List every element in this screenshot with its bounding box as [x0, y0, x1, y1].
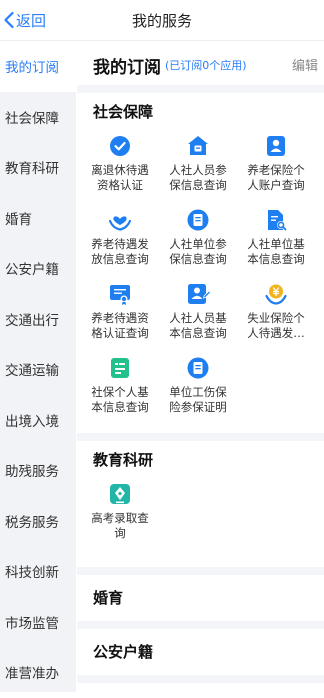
section-title: 教育科研: [93, 451, 154, 469]
sidebar-item-marriage[interactable]: 婚育: [0, 193, 76, 244]
service-label: 人社单位基: [247, 237, 305, 251]
service-label: 人待遇发…: [247, 326, 305, 340]
pen-nib-icon: [110, 484, 130, 504]
id-card-icon: [111, 358, 129, 378]
service-label: 险参保证明: [169, 400, 227, 414]
service-label: 人社人员基: [169, 311, 227, 325]
service-label: 养老待遇发: [91, 237, 149, 251]
service-pension-qualification-query[interactable]: 养老待遇资 格认证查询: [81, 279, 159, 353]
sidebar-item-label: 市场监管: [5, 615, 59, 632]
service-pension-account-query[interactable]: 养老保险个 人账户查询: [237, 131, 315, 205]
section-title: 社会保障: [93, 103, 154, 121]
service-label: 失业保险个: [247, 311, 305, 325]
service-pension-payment-query[interactable]: 养老待遇发 放信息查询: [81, 205, 159, 279]
service-label: 本信息查询: [91, 400, 149, 414]
service-unit-basic-info-query[interactable]: 人社单位基 本信息查询: [237, 205, 315, 279]
sidebar-item-label: 出境入境: [5, 413, 59, 430]
service-label: 本信息查询: [169, 326, 227, 340]
sidebar-item-label: 公安户籍: [5, 262, 59, 279]
sidebar-item-label: 婚育: [5, 211, 32, 228]
sidebar-item-label: 社会保障: [5, 110, 59, 127]
service-label: 本信息查询: [247, 252, 305, 266]
sidebar-item-household[interactable]: 公安户籍: [0, 243, 76, 294]
sidebar-item-label: 交通出行: [5, 312, 59, 329]
sidebar-item-education[interactable]: 教育科研: [0, 142, 76, 193]
document-icon: [187, 357, 209, 379]
service-retirement-certification[interactable]: 离退休待遇 资格认证: [81, 131, 159, 205]
house-bao-icon: [188, 136, 208, 155]
sidebar-item-my-subscription[interactable]: 我的订阅: [0, 41, 76, 92]
service-personnel-basic-info-query[interactable]: 人社人员基 本信息查询: [159, 279, 237, 353]
sidebar-item-label: 税务服务: [5, 514, 59, 531]
service-social-security-basic-info-query[interactable]: 社保个人基 本信息查询: [81, 353, 159, 427]
service-gaokao-admission-query[interactable]: 高考录取查询: [81, 479, 159, 553]
section-social-security: 社会保障 离退休待遇 资格认证 人社人员参 保信息查询 养老保险个 人账户查询 …: [77, 93, 324, 441]
service-unit-insurance-query[interactable]: 人社单位参 保信息查询: [159, 205, 237, 279]
service-label: 放信息查询: [91, 252, 149, 266]
sidebar-item-social-security[interactable]: 社会保障: [0, 92, 76, 143]
sidebar-item-disability[interactable]: 助残服务: [0, 445, 76, 496]
service-label: 人账户查询: [247, 178, 305, 192]
sidebar-item-label: 交通运输: [5, 363, 59, 380]
certificate-icon: [110, 285, 130, 305]
service-label: 人社人员参: [169, 163, 227, 177]
category-sidebar: 我的订阅 社会保障 教育科研 婚育 公安户籍 交通出行 交通运输 出境入境 助残…: [0, 41, 76, 692]
subscription-title: 我的订阅: [93, 58, 161, 78]
person-card-icon: [267, 136, 285, 156]
service-label: 资格认证: [97, 178, 143, 192]
service-label: 保信息查询: [169, 178, 227, 192]
document-icon: [187, 209, 209, 231]
service-label: 离退休待遇: [91, 163, 149, 177]
sidebar-item-label: 准营准办: [5, 666, 59, 683]
service-label: 保信息查询: [169, 252, 227, 266]
heart-hands-icon: [108, 216, 132, 231]
section-title: 公安户籍: [93, 643, 154, 661]
service-label: 养老待遇资: [91, 311, 149, 325]
service-content: 我的订阅 (已订阅0个应用) 编辑 社会保障 离退休待遇 资格认证 人社人员参 保信…: [77, 41, 324, 692]
subscription-header: 我的订阅 (已订阅0个应用) 编辑: [77, 41, 324, 93]
subscription-count: (已订阅0个应用): [165, 59, 247, 72]
service-label: 养老保险个: [247, 163, 305, 177]
person-edit-icon: [188, 284, 211, 304]
service-label: 人社单位参: [169, 237, 227, 251]
service-unemployment-payment-query[interactable]: 失业保险个 人待遇发…: [237, 279, 315, 353]
section-household: 公安户籍: [77, 629, 324, 683]
sidebar-item-label: 科技创新: [5, 565, 59, 582]
section-education: 教育科研 高考录取查询: [77, 441, 324, 575]
nav-bar: 返回 我的服务: [0, 0, 324, 41]
yuan-hand-icon: [265, 284, 287, 305]
section-title: 婚育: [93, 589, 124, 607]
file-search-icon: [268, 210, 287, 231]
service-work-injury-certificate[interactable]: 单位工伤保 险参保证明: [159, 353, 237, 427]
sidebar-item-exit-entry[interactable]: 出境入境: [0, 395, 76, 446]
sidebar-item-transport[interactable]: 交通运输: [0, 344, 76, 395]
sidebar-item-travel[interactable]: 交通出行: [0, 294, 76, 345]
service-label: 格认证查询: [91, 326, 149, 340]
service-label: 单位工伤保: [169, 385, 227, 399]
sidebar-item-technology[interactable]: 科技创新: [0, 546, 76, 597]
sidebar-item-label: 助残服务: [5, 464, 59, 481]
section-marriage: 婚育: [77, 575, 324, 629]
sidebar-item-tax[interactable]: 税务服务: [0, 496, 76, 547]
sidebar-item-permits[interactable]: 准营准办: [0, 647, 76, 698]
service-label: 社保个人基: [91, 385, 149, 399]
edit-button[interactable]: 编辑: [292, 55, 318, 74]
page-title: 我的服务: [131, 12, 192, 30]
sidebar-item-label: 教育科研: [5, 161, 59, 178]
shield-check-icon: [110, 136, 130, 156]
service-personnel-insurance-query[interactable]: 人社人员参 保信息查询: [159, 131, 237, 205]
sidebar-item-market[interactable]: 市场监管: [0, 597, 76, 648]
sidebar-item-label: 我的订阅: [5, 60, 59, 77]
service-label: 高考录取查: [91, 511, 149, 525]
service-label: 询: [114, 526, 126, 540]
